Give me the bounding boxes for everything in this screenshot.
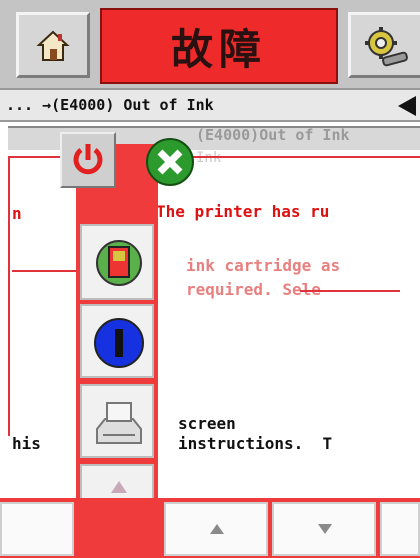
scroll-up-button[interactable] xyxy=(164,502,268,556)
tools-button[interactable] xyxy=(348,12,420,78)
home-icon xyxy=(36,30,70,61)
page-title: 故障 xyxy=(170,24,267,74)
action-popup xyxy=(76,144,158,558)
arrow-down-icon xyxy=(318,524,332,534)
status-bar[interactable]: ... →(E4000) Out of Ink xyxy=(0,88,420,122)
bottom-button-bar xyxy=(0,498,420,558)
message-line-4: screen xyxy=(178,414,236,433)
message-line-5: instructions. T xyxy=(178,434,333,453)
settings-gear-icon xyxy=(365,27,408,67)
close-button[interactable] xyxy=(144,136,196,192)
printer-icon xyxy=(96,402,142,444)
fault-message-panel: (E4000)Out of Ink Ink n The printer has … xyxy=(0,124,420,558)
power-icon xyxy=(73,144,103,175)
text-fragment: his xyxy=(12,434,41,453)
status-message: ... →(E4000) Out of Ink xyxy=(6,96,214,114)
info-icon xyxy=(94,318,144,368)
info-button[interactable] xyxy=(80,304,154,378)
scroll-down-button[interactable] xyxy=(272,502,376,556)
divider xyxy=(12,270,84,272)
ghost-error-header: (E4000)Out of Ink xyxy=(196,126,350,144)
message-line-1: The printer has ru xyxy=(156,202,330,221)
divider xyxy=(300,290,400,292)
power-button[interactable] xyxy=(60,132,116,188)
home-button[interactable] xyxy=(16,12,90,78)
back-arrow-icon[interactable] xyxy=(398,96,416,116)
message-line-2: ink cartridge as xyxy=(186,256,341,275)
left-scroll-button[interactable] xyxy=(0,502,74,556)
ink-cartridge-icon xyxy=(96,240,142,286)
right-scroll-button[interactable] xyxy=(380,502,420,556)
page-title-box: 故障 xyxy=(100,8,338,84)
divider xyxy=(8,156,10,436)
print-button[interactable] xyxy=(80,384,154,458)
arrow-up-icon xyxy=(210,524,224,534)
close-icon xyxy=(146,138,194,186)
ink-cartridge-button[interactable] xyxy=(80,224,154,300)
header-bar: 故障 xyxy=(0,0,420,88)
ghost-subtitle: Ink xyxy=(196,150,222,166)
text-fragment: n xyxy=(12,204,22,223)
